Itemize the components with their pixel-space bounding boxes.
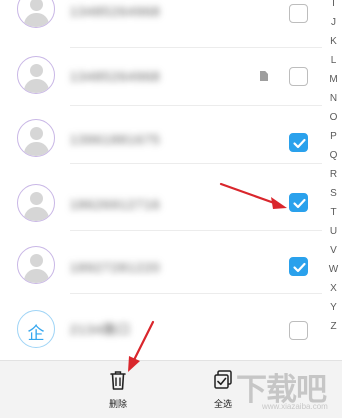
trash-icon — [110, 371, 126, 390]
index-letter[interactable]: Y — [325, 302, 342, 313]
select-checkbox-checked[interactable] — [289, 257, 308, 276]
index-letter[interactable]: P — [325, 131, 342, 142]
delete-label: 删除 — [108, 399, 127, 409]
index-letter[interactable]: K — [325, 36, 342, 47]
checkmark-icon — [293, 198, 306, 209]
index-letter[interactable]: U — [325, 226, 342, 237]
index-letter[interactable]: W — [325, 264, 342, 275]
index-letter[interactable]: V — [325, 245, 342, 256]
index-letter[interactable]: M — [325, 74, 342, 85]
index-letter[interactable]: R — [325, 169, 342, 180]
index-letter[interactable]: J — [325, 17, 342, 28]
person-icon — [30, 127, 43, 140]
index-letter[interactable]: T — [325, 207, 342, 218]
select-all-icon — [214, 370, 232, 389]
file-icon — [260, 71, 268, 81]
index-letter[interactable]: O — [325, 112, 342, 123]
person-icon — [30, 192, 43, 205]
select-checkbox-checked[interactable] — [289, 193, 308, 212]
index-letter[interactable]: Q — [325, 150, 342, 161]
avatar — [17, 56, 55, 94]
contact-row[interactable]: 13961881675 — [0, 106, 322, 164]
bottom-toolbar: 删除 全选 — [0, 360, 342, 418]
person-icon — [30, 254, 43, 267]
select-checkbox[interactable] — [289, 4, 308, 23]
index-letter[interactable]: S — [325, 188, 342, 199]
alphabet-index[interactable]: I J K L M N O P Q R S T U V W X Y Z — [325, 0, 342, 352]
avatar — [17, 184, 55, 222]
index-letter[interactable]: L — [325, 55, 342, 66]
avatar: 企 — [17, 310, 55, 348]
contact-row[interactable]: 13485264968 — [0, 48, 322, 106]
select-checkbox[interactable] — [289, 321, 308, 340]
contact-name: 18626912716 — [70, 197, 161, 212]
select-all-button[interactable]: 全选 — [200, 369, 246, 410]
contact-row[interactable]: 13485264968 — [0, 0, 322, 48]
delete-button[interactable]: 删除 — [95, 369, 141, 410]
checkmark-icon — [293, 138, 306, 149]
index-letter[interactable]: I — [325, 0, 342, 9]
index-letter[interactable]: Z — [325, 321, 342, 332]
person-icon — [30, 0, 43, 11]
index-letter[interactable]: N — [325, 93, 342, 104]
contact-name: 13961881675 — [70, 132, 161, 147]
company-icon: 企 — [27, 324, 45, 344]
contact-name: 13485264968 — [70, 4, 161, 19]
index-letter[interactable]: X — [325, 283, 342, 294]
person-icon — [30, 64, 43, 77]
contact-name: 2134路口 — [70, 322, 131, 337]
contact-name: 18927281220 — [70, 260, 161, 275]
contact-row[interactable]: 18927281220 — [0, 236, 322, 294]
select-checkbox[interactable] — [289, 67, 308, 86]
avatar — [17, 119, 55, 157]
avatar — [17, 246, 55, 284]
contact-name: 13485264968 — [70, 69, 161, 84]
contact-row[interactable]: 企 2134路口 — [0, 298, 322, 356]
contact-row[interactable]: 18626912716 — [0, 173, 322, 231]
select-checkbox-checked[interactable] — [289, 133, 308, 152]
checkmark-icon — [293, 262, 306, 273]
avatar — [17, 0, 55, 28]
select-all-label: 全选 — [213, 399, 232, 409]
